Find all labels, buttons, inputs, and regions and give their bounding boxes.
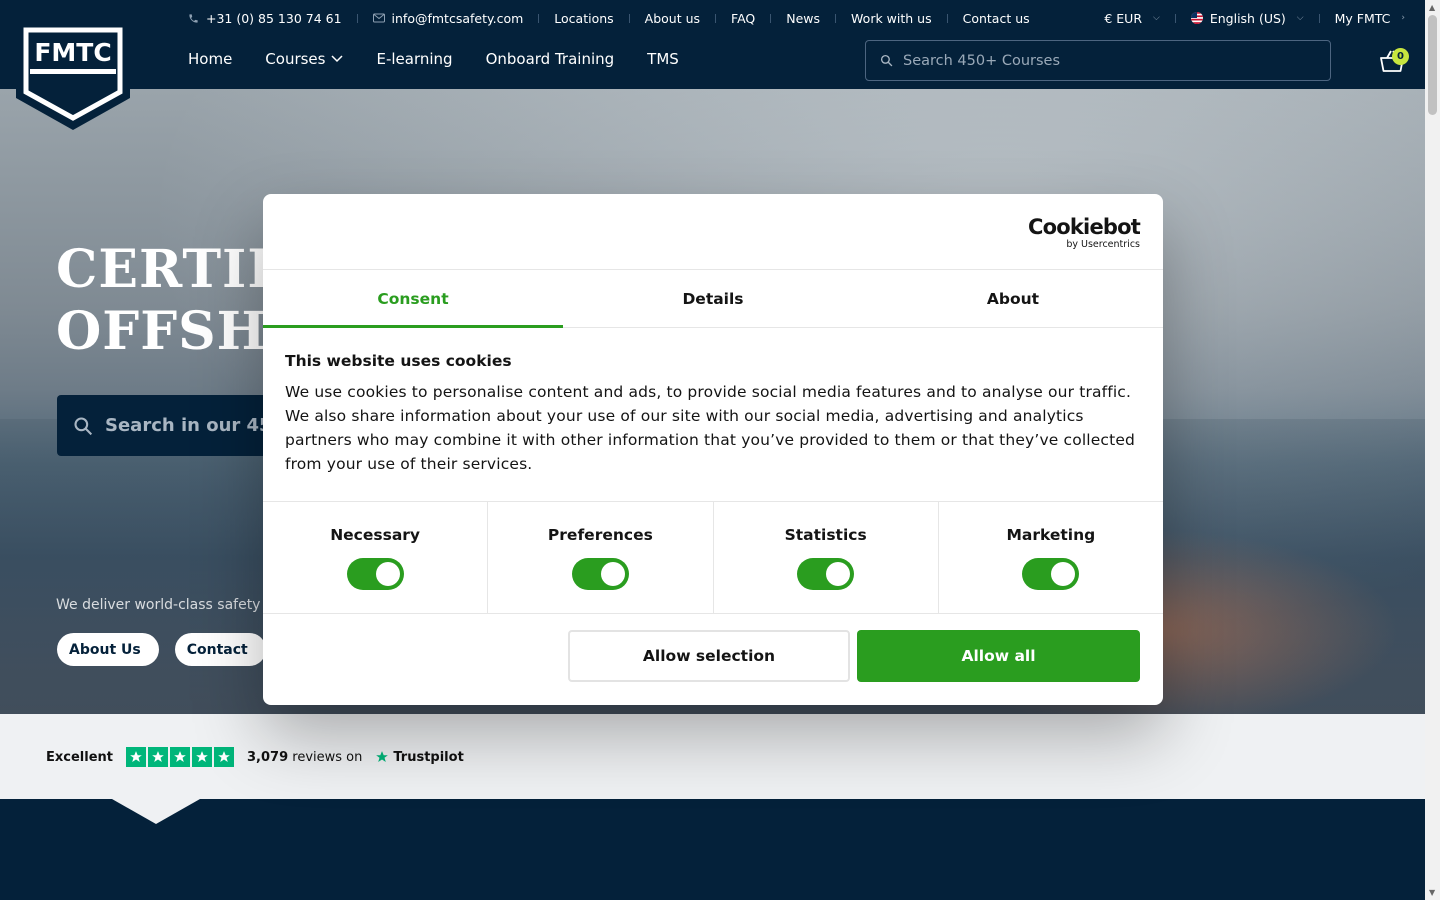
dialog-title: This website uses cookies [285, 352, 512, 370]
toggle-knob [600, 562, 625, 586]
toggle-knob [375, 562, 400, 586]
dialog-footer: Allow selection Allow all [263, 614, 1163, 704]
cookiebot-brand: Cookiebot [1028, 215, 1141, 239]
category-preferences: Preferences [488, 502, 714, 613]
tab-consent[interactable]: Consent [263, 270, 563, 328]
scrollbar-thumb[interactable] [1428, 15, 1437, 115]
category-label: Marketing [1006, 526, 1096, 544]
toggle-knob [1051, 562, 1076, 586]
tab-details[interactable]: Details [563, 270, 863, 327]
category-necessary: Necessary [263, 502, 489, 613]
category-statistics: Statistics [714, 502, 939, 613]
marketing-toggle[interactable] [1022, 558, 1080, 590]
dialog-header: Cookiebot by Usercentrics [263, 194, 1163, 270]
category-marketing: Marketing [939, 502, 1163, 613]
cookie-consent-dialog: Cookiebot by Usercentrics Consent Detail… [263, 194, 1163, 705]
dialog-body: This website uses cookies We use cookies… [263, 328, 1163, 502]
cookie-categories: Necessary Preferences Statistics Marketi… [263, 502, 1163, 614]
preferences-toggle[interactable] [571, 558, 629, 590]
cookiebot-logo[interactable]: Cookiebot by Usercentrics [1028, 215, 1141, 250]
page-scrollbar[interactable]: ▲ ▼ [1425, 0, 1440, 900]
category-label: Preferences [547, 526, 653, 544]
category-label: Statistics [784, 526, 867, 544]
tab-about[interactable]: About [863, 270, 1163, 327]
allow-all-button[interactable]: Allow all [857, 630, 1140, 682]
dialog-text: We use cookies to personalise content an… [285, 383, 1136, 473]
necessary-toggle[interactable] [346, 558, 404, 590]
statistics-toggle[interactable] [797, 558, 855, 590]
scroll-down-icon[interactable]: ▼ [1429, 888, 1435, 897]
scroll-up-icon[interactable]: ▲ [1429, 3, 1435, 12]
toggle-knob [826, 562, 851, 586]
allow-selection-button[interactable]: Allow selection [568, 630, 850, 682]
cookiebot-brand-sub: by Usercentrics [1066, 239, 1140, 250]
dialog-tabs: Consent Details About [263, 270, 1163, 328]
category-label: Necessary [330, 526, 421, 544]
